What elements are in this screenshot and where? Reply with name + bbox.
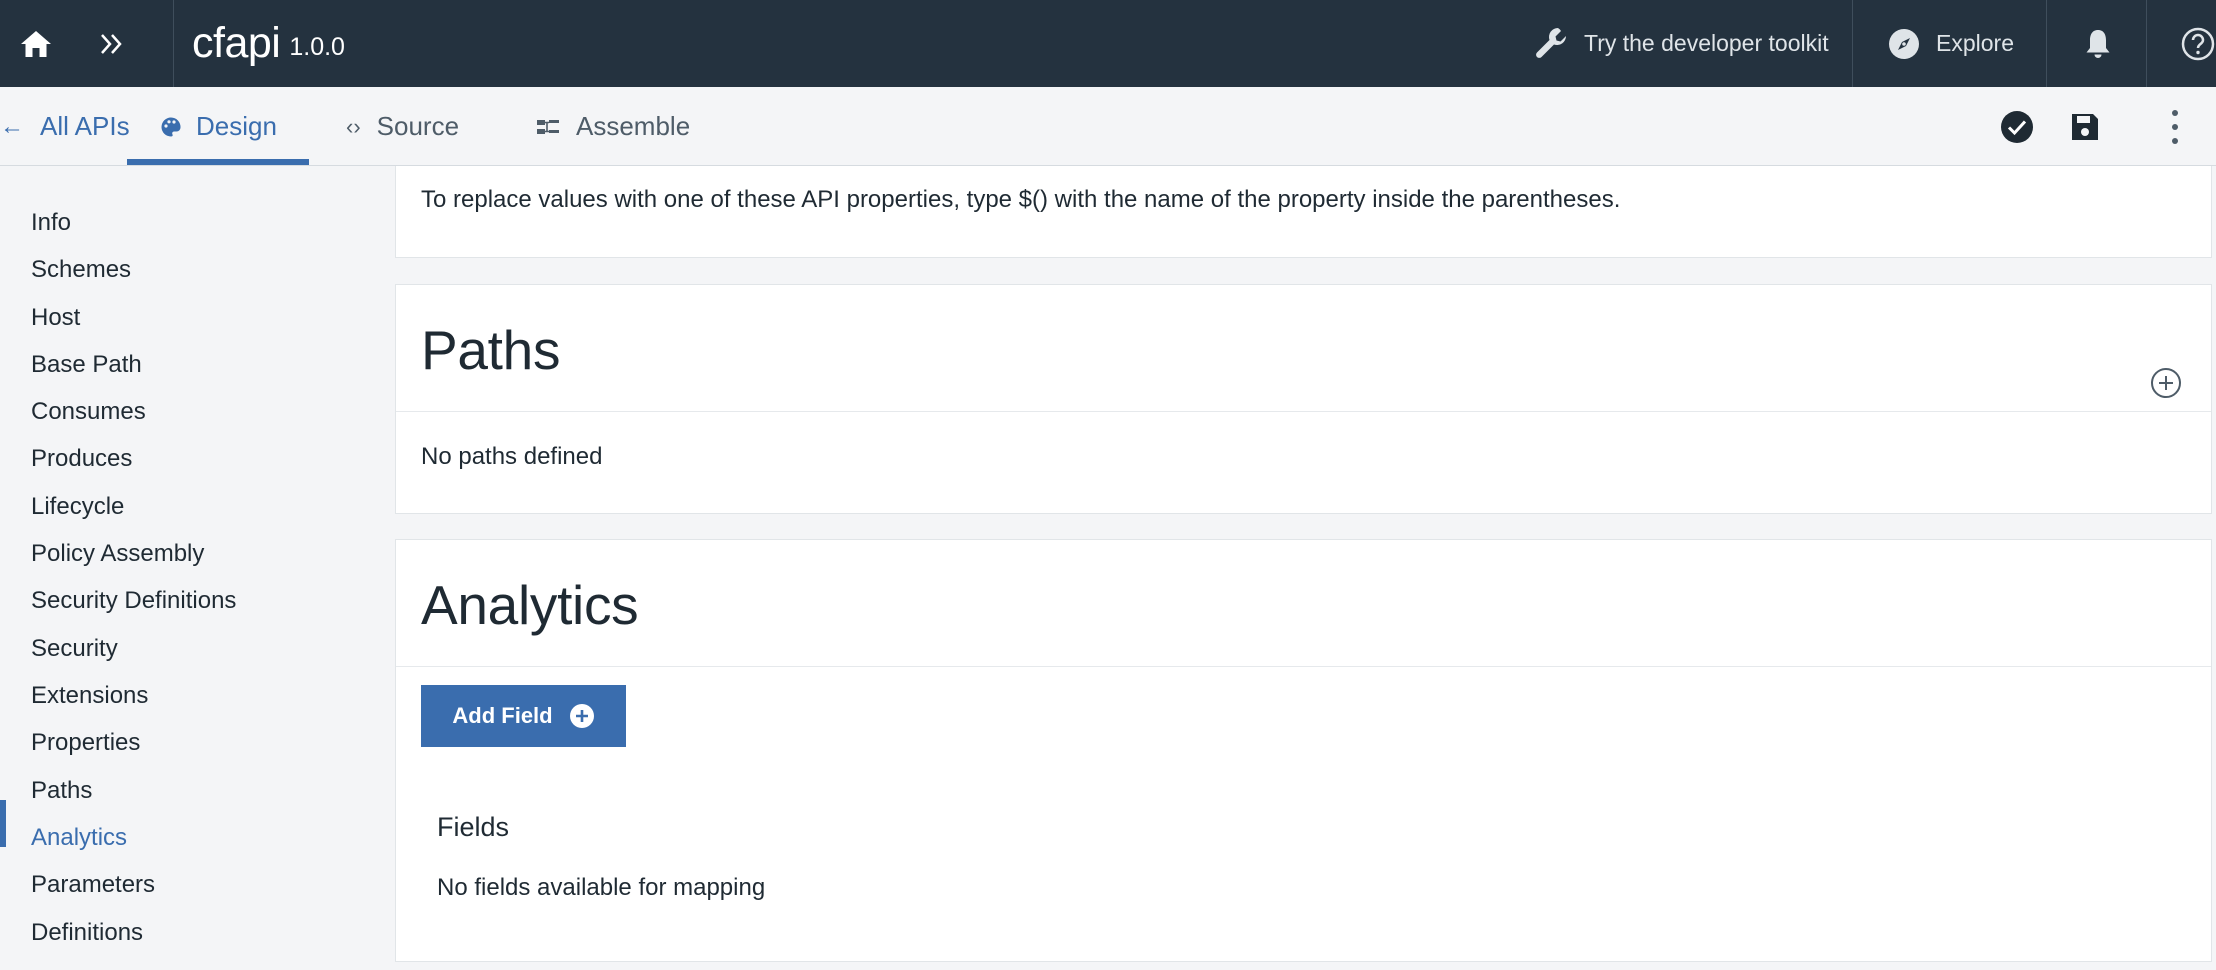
sidebar-item-analytics[interactable]: Analytics xyxy=(31,823,127,853)
compass-icon xyxy=(1889,28,1919,59)
sidebar-item-security-definitions[interactable]: Security Definitions xyxy=(31,586,236,616)
sidebar-item-schemes[interactable]: Schemes xyxy=(31,255,131,285)
topbar-divider xyxy=(1852,0,1853,87)
analytics-section-card: Analytics Add Field Fields No fields ava… xyxy=(395,539,2212,962)
save-icon xyxy=(2072,113,2098,140)
no-paths-text: No paths defined xyxy=(421,443,603,470)
sidebar-item-extensions[interactable]: Extensions xyxy=(31,681,148,711)
add-circle-icon xyxy=(569,704,594,728)
help-button[interactable] xyxy=(2180,0,2216,87)
api-version: 1.0.0 xyxy=(289,33,345,61)
topbar-divider xyxy=(173,0,174,87)
sidebar-item-produces[interactable]: Produces xyxy=(31,444,132,474)
topbar-divider xyxy=(2146,0,2147,87)
home-button[interactable] xyxy=(14,0,58,87)
add-field-button[interactable]: Add Field xyxy=(421,685,626,747)
tab-assemble-label: Assemble xyxy=(576,111,691,141)
code-icon: ‹› xyxy=(346,113,361,139)
all-apis-link[interactable]: ← All APIs xyxy=(0,87,130,166)
assemble-icon xyxy=(537,119,559,134)
fields-heading: Fields xyxy=(437,812,510,842)
help-icon xyxy=(2181,27,2215,60)
add-path-icon[interactable] xyxy=(2149,366,2183,400)
sidebar-item-properties[interactable]: Properties xyxy=(31,728,140,758)
sidebar-item-info[interactable]: Info xyxy=(31,208,71,238)
design-sidebar: Info Schemes Host Base Path Consumes Pro… xyxy=(0,166,394,970)
api-name: cfapi xyxy=(192,19,281,67)
editor-tab-bar: ← All APIs Design ‹› Source Assemble xyxy=(0,87,2216,166)
arrow-left-icon: ← xyxy=(0,112,24,140)
tab-source-label: Source xyxy=(376,111,460,141)
explore-label: Explore xyxy=(1936,30,2014,56)
tab-design-label: Design xyxy=(196,111,277,141)
add-field-label: Add Field xyxy=(452,703,553,728)
topbar-divider xyxy=(2046,0,2047,87)
analytics-section-title: Analytics xyxy=(421,574,639,636)
sidebar-item-parameters[interactable]: Parameters xyxy=(31,870,155,900)
expand-menu-button[interactable] xyxy=(92,0,132,87)
section-divider xyxy=(396,411,2211,412)
sidebar-item-definitions[interactable]: Definitions xyxy=(31,918,143,948)
palette-icon xyxy=(161,116,181,136)
validate-button[interactable] xyxy=(1997,87,2037,166)
paths-section-card: Paths No paths defined xyxy=(395,284,2212,514)
paths-section-title: Paths xyxy=(421,319,561,381)
home-icon xyxy=(21,30,51,57)
tab-source[interactable]: ‹› Source xyxy=(346,87,459,166)
no-fields-text: No fields available for mapping xyxy=(437,874,766,901)
save-button[interactable] xyxy=(2065,87,2105,166)
sidebar-item-consumes[interactable]: Consumes xyxy=(31,397,146,427)
developer-toolkit-link[interactable]: Try the developer toolkit xyxy=(1534,0,1829,87)
sidebar-item-lifecycle[interactable]: Lifecycle xyxy=(31,492,124,522)
checkmark-circle-icon xyxy=(2001,110,2033,143)
sidebar-active-indicator xyxy=(0,800,6,847)
wrench-icon xyxy=(1536,27,1566,58)
sidebar-item-policy-assembly[interactable]: Policy Assembly xyxy=(31,539,204,569)
overflow-menu-icon xyxy=(2172,109,2178,144)
bell-icon xyxy=(2086,29,2110,58)
properties-section-card: To replace values with one of these API … xyxy=(395,166,2212,258)
sidebar-item-security[interactable]: Security xyxy=(31,634,118,664)
tab-assemble[interactable]: Assemble xyxy=(536,87,690,166)
properties-hint-text: To replace values with one of these API … xyxy=(421,186,1621,213)
sidebar-item-base-path[interactable]: Base Path xyxy=(31,350,142,380)
notifications-button[interactable] xyxy=(2080,0,2116,87)
tab-design[interactable]: Design xyxy=(160,87,277,166)
sidebar-item-paths[interactable]: Paths xyxy=(31,776,92,806)
double-chevron-right-icon xyxy=(101,33,122,54)
all-apis-label: All APIs xyxy=(40,111,130,141)
active-tab-indicator xyxy=(127,159,309,165)
sidebar-item-host[interactable]: Host xyxy=(31,303,80,333)
top-navigation-bar: cfapi 1.0.0 Try the developer toolkit Ex… xyxy=(0,0,2216,87)
explore-link[interactable]: Explore xyxy=(1888,0,2014,87)
section-divider xyxy=(396,666,2211,667)
toolkit-label: Try the developer toolkit xyxy=(1584,30,1829,56)
api-title: cfapi 1.0.0 xyxy=(192,0,345,87)
more-options-button[interactable] xyxy=(2155,87,2195,166)
